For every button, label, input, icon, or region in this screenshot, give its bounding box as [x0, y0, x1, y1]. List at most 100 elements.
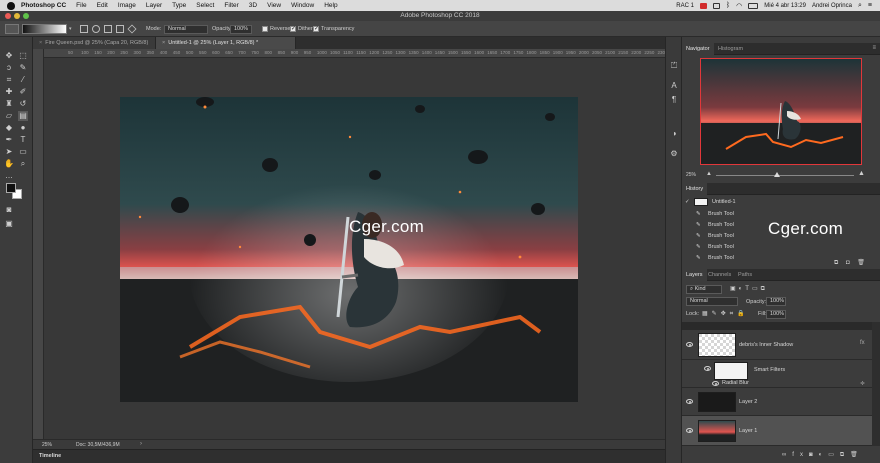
type-tool-icon[interactable]: T — [18, 135, 28, 145]
reverse-checkbox[interactable] — [262, 26, 268, 32]
history-snapshot[interactable]: ✓ Untitled-1 — [682, 197, 872, 207]
tab-channels[interactable]: Channels — [704, 269, 735, 281]
quick-mask-icon[interactable]: ◙ — [4, 205, 14, 215]
zoom-out-icon[interactable]: ▲ — [706, 171, 712, 177]
add-mask-icon[interactable]: ◙ — [809, 452, 819, 458]
lock-all-icon[interactable]: 🔒 — [737, 311, 748, 317]
artwork-image[interactable] — [120, 97, 578, 402]
more-tools-icon[interactable]: … — [4, 171, 14, 181]
timeline-tab[interactable]: Timeline — [39, 453, 61, 459]
menu-3d[interactable]: 3D — [249, 2, 257, 9]
angle-gradient-icon[interactable] — [104, 25, 112, 33]
clone-stamp-tool-icon[interactable]: ♜ — [4, 99, 14, 109]
record-icon[interactable] — [699, 2, 707, 9]
screen-mode-icon[interactable]: ▣ — [4, 219, 14, 229]
menu-select[interactable]: Select — [196, 2, 214, 9]
navigator-zoom-slider[interactable] — [716, 175, 854, 176]
zoom-slider-handle[interactable] — [774, 172, 780, 177]
layer-row-layer-2[interactable]: Layer 2 — [682, 388, 872, 416]
tab-close-icon[interactable]: × — [162, 40, 165, 46]
menu-type[interactable]: Type — [172, 2, 186, 9]
new-document-from-state-icon[interactable]: ⧉ — [834, 260, 838, 266]
tab-history[interactable]: History — [682, 183, 708, 195]
adjustments-panel-icon[interactable]: ◑ — [669, 129, 679, 139]
opacity-input[interactable]: 100% — [230, 25, 252, 34]
bluetooth-icon[interactable]: ᛒ — [726, 2, 730, 9]
mode-select[interactable]: Normal — [164, 25, 208, 34]
filter-options-icon[interactable]: ≑ — [860, 380, 865, 387]
quick-select-tool-icon[interactable]: ✎ — [18, 63, 28, 73]
dither-checkbox[interactable] — [290, 25, 296, 32]
tab-untitled-1[interactable]: × Untitled-1 @ 25% (Layer 1, RGB/8) * — [156, 37, 296, 49]
move-tool-icon[interactable]: ✥ — [4, 51, 14, 61]
layer-opacity-input[interactable]: 100% — [766, 297, 786, 306]
delete-layer-icon[interactable]: 🗑 — [850, 452, 864, 458]
visibility-eye-icon[interactable] — [686, 399, 693, 404]
eraser-tool-icon[interactable]: ▱ — [4, 111, 14, 121]
filter-name[interactable]: Radial Blur — [722, 380, 749, 386]
link-layers-icon[interactable]: ∞ — [782, 452, 792, 458]
layer-row-layer-1[interactable]: Layer 1 — [682, 416, 872, 446]
tab-layers[interactable]: Layers — [682, 269, 707, 281]
layer-style-icon[interactable]: fx — [860, 340, 865, 346]
layer-filter-kind[interactable]: ⌕ Kind — [686, 285, 722, 294]
gradient-tool-preset-icon[interactable] — [5, 24, 19, 34]
history-item[interactable]: ✎ Brush Tool — [682, 242, 872, 252]
healing-brush-tool-icon[interactable]: ✚ — [4, 87, 14, 97]
crop-tool-icon[interactable]: ⌗ — [4, 75, 14, 85]
menu-window[interactable]: Window — [291, 2, 314, 9]
spotlight-icon[interactable]: ⌕ — [858, 2, 862, 10]
trash-icon[interactable]: 🗑 — [857, 260, 865, 266]
menu-filter[interactable]: Filter — [224, 2, 238, 9]
panel-menu-icon[interactable]: ≡ — [872, 45, 876, 51]
diamond-gradient-icon[interactable] — [127, 24, 137, 34]
layer-name[interactable]: Layer 2 — [739, 399, 757, 405]
menu-image[interactable]: Image — [118, 2, 136, 9]
lock-position-icon[interactable]: ✥ — [721, 311, 730, 317]
layer-name[interactable]: debris's Inner Shadow — [739, 342, 793, 348]
fill-input[interactable]: 100% — [766, 310, 786, 319]
tab-histogram[interactable]: Histogram — [714, 43, 747, 55]
reflected-gradient-icon[interactable] — [116, 25, 124, 33]
lock-image-icon[interactable]: ✎ — [712, 311, 721, 317]
filter-smart-object-icon[interactable]: ⧉ — [761, 286, 768, 292]
transparency-checkbox[interactable] — [313, 25, 319, 32]
zoom-in-icon[interactable]: ▲ — [858, 170, 865, 177]
layers-scrollbar[interactable] — [872, 322, 880, 446]
display-icon[interactable] — [712, 2, 720, 9]
rectangle-tool-icon[interactable]: ▭ — [18, 147, 28, 157]
menu-view[interactable]: View — [267, 2, 281, 9]
snapshot-camera-icon[interactable]: ◘ — [846, 260, 850, 266]
eyedropper-tool-icon[interactable]: ⁄ — [18, 75, 28, 85]
history-item[interactable]: ✎ Brush Tool — [682, 209, 872, 219]
navigator-zoom-value[interactable]: 25% — [686, 172, 696, 178]
gradient-picker[interactable] — [22, 24, 67, 34]
path-selection-tool-icon[interactable]: ➤ — [4, 147, 14, 157]
visibility-eye-icon[interactable] — [686, 428, 693, 433]
canvas-area[interactable]: Cger.com — [44, 58, 665, 439]
minimize-window-icon[interactable] — [14, 13, 20, 19]
blend-mode-select[interactable]: Normal — [686, 297, 738, 306]
notification-center-icon[interactable]: ≡ — [868, 2, 872, 9]
navigator-preview[interactable] — [700, 58, 862, 165]
gradient-tool-icon[interactable]: ▤ — [18, 111, 28, 121]
brush-tool-icon[interactable]: ✐ — [18, 87, 28, 97]
marquee-tool-icon[interactable]: ⬚ — [18, 51, 28, 61]
close-window-icon[interactable] — [5, 13, 11, 19]
new-group-icon[interactable]: ▭ — [828, 452, 840, 458]
menu-app-name[interactable]: Photoshop CC — [21, 2, 66, 9]
menu-layer[interactable]: Layer — [146, 2, 162, 9]
lasso-tool-icon[interactable]: ↄ — [4, 63, 14, 73]
visibility-eye-icon[interactable] — [712, 381, 719, 386]
zoom-level[interactable]: 25% — [42, 442, 52, 448]
foreground-color-swatch[interactable] — [6, 183, 16, 193]
visibility-eye-icon[interactable] — [686, 342, 693, 347]
hand-tool-icon[interactable]: ✋ — [4, 159, 14, 169]
clock[interactable]: Mié 4 abr 13:29 — [764, 3, 806, 9]
zoom-window-icon[interactable] — [23, 13, 29, 19]
blur-tool-icon[interactable]: ◆ — [4, 123, 14, 133]
pen-tool-icon[interactable]: ✒ — [4, 135, 14, 145]
gradient-picker-chevron-icon[interactable]: ▾ — [69, 26, 72, 32]
history-panel-icon[interactable]: ⏍ — [669, 61, 679, 71]
filter-type-icon[interactable]: T — [745, 286, 752, 292]
